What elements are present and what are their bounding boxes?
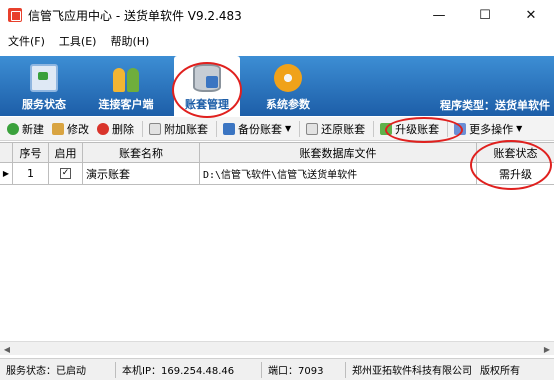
column-header-enabled[interactable]: 启用 [49,143,83,162]
more-label: 更多操作 [469,122,514,136]
column-header-name[interactable]: 账套名称 [83,143,200,162]
new-label: 新建 [22,122,44,136]
delete-icon [97,122,109,135]
delete-button[interactable]: 删除 [94,119,137,139]
row-indicator-icon: ▶ [0,163,13,184]
restore-account-button[interactable]: 还原账套 [303,119,368,139]
gear-icon [274,64,302,92]
tab-label: 服务状态 [22,98,66,111]
upgrade-icon [380,122,393,135]
attach-label: 附加账套 [164,122,208,136]
main-nav-bar: 服务状态 连接客户端 账套管理 系统参数 程序类型：送货单软件 [0,56,554,116]
menu-help[interactable]: 帮助(H) [110,33,149,49]
close-button[interactable]: ✕ [508,0,554,30]
attach-account-button[interactable]: 附加账套 [146,119,211,139]
toolbar-separator [142,120,143,137]
restore-icon [306,122,319,135]
title-bar: 信管飞应用中心 - 送货单软件 V9.2.483 — ☐ ✕ [0,0,554,30]
local-ip: 本机IP：169.254.48.46 [116,361,262,378]
cell-index: 1 [13,163,49,184]
port: 端口：7093 [262,361,346,378]
tab-service-status[interactable]: 服务状态 [12,56,76,116]
double-chevron-icon [454,122,467,135]
service-status: 服务状态：已启动 [0,361,116,378]
status-bar: 服务状态：已启动 本机IP：169.254.48.46 端口：7093 郑州亚拓… [0,358,554,380]
cell-enabled: ✓ [49,163,83,184]
upgrade-label: 升级账套 [395,122,440,136]
toolbar-separator [216,120,217,137]
scroll-left-icon[interactable]: ◀ [0,342,14,356]
new-button[interactable]: 新建 [4,119,47,139]
chevron-down-icon[interactable]: ▼ [285,124,291,133]
chevron-down-icon[interactable]: ▼ [516,124,522,133]
column-header-index[interactable]: 序号 [13,143,49,162]
app-logo-icon [8,8,22,22]
more-actions-button[interactable]: 更多操作 ▼ [451,119,525,139]
tab-system-params[interactable]: 系统参数 [254,56,322,116]
document-icon [149,122,161,135]
header-indicator [0,143,13,162]
tab-label: 账套管理 [185,98,229,111]
restore-label: 还原账套 [321,122,366,136]
cell-status: 需升级 [499,167,532,181]
upgrade-account-button[interactable]: 升级账套 [377,119,442,139]
plus-icon [7,122,19,135]
backup-label: 备份账套 [238,122,282,136]
column-header-db-file[interactable]: 账套数据库文件 [200,143,477,162]
toolbar-separator [373,120,375,137]
cell-db-file: D:\信管飞软件\信管飞送货单软件 [200,163,477,184]
tab-label: 系统参数 [266,98,310,111]
maximize-button[interactable]: ☐ [462,0,508,30]
users-icon [112,64,140,92]
horizontal-scrollbar[interactable]: ◀ ▶ [0,341,554,355]
enabled-checkbox[interactable]: ✓ [60,168,71,179]
tab-label: 连接客户端 [98,98,154,111]
monitor-icon [30,64,58,92]
toolbar-separator [447,120,449,137]
company: 郑州亚拓软件科技有限公司 [352,366,472,377]
menu-tools[interactable]: 工具(E) [59,33,97,49]
toolbar-separator [299,120,301,137]
edit-label: 修改 [67,122,89,136]
delete-label: 删除 [112,122,134,136]
tab-client-connections[interactable]: 连接客户端 [88,56,164,116]
grid-header: 序号 启用 账套名称 账套数据库文件 账套状态 [0,143,554,163]
backup-icon [223,122,235,135]
toolbar: 新建 修改 删除 附加账套 备份账套 ▼ 还原账套 升级账套 更多操作 ▼ [0,117,554,141]
column-header-status[interactable]: 账套状态 [477,143,554,162]
scroll-right-icon[interactable]: ▶ [540,342,554,356]
menu-file[interactable]: 文件(F) [8,33,45,49]
pencil-icon [52,122,64,135]
tab-account-management[interactable]: 账套管理 [174,56,240,116]
edit-button[interactable]: 修改 [49,119,92,139]
minimize-button[interactable]: — [416,0,462,30]
account-grid: 序号 启用 账套名称 账套数据库文件 账套状态 ▶ 1 ✓ 演示账套 D:\信管… [0,142,554,354]
window-title: 信管飞应用中心 - 送货单软件 V9.2.483 [28,8,242,23]
cell-account-name: 演示账套 [83,163,200,184]
program-type-label: 程序类型：送货单软件 [440,99,550,112]
database-icon [193,64,221,92]
copyright: 版权所有 [480,366,520,377]
table-row[interactable]: ▶ 1 ✓ 演示账套 D:\信管飞软件\信管飞送货单软件 需升级 [0,163,554,185]
backup-account-button[interactable]: 备份账套 ▼ [220,119,294,139]
menu-bar: 文件(F) 工具(E) 帮助(H) [0,30,554,52]
